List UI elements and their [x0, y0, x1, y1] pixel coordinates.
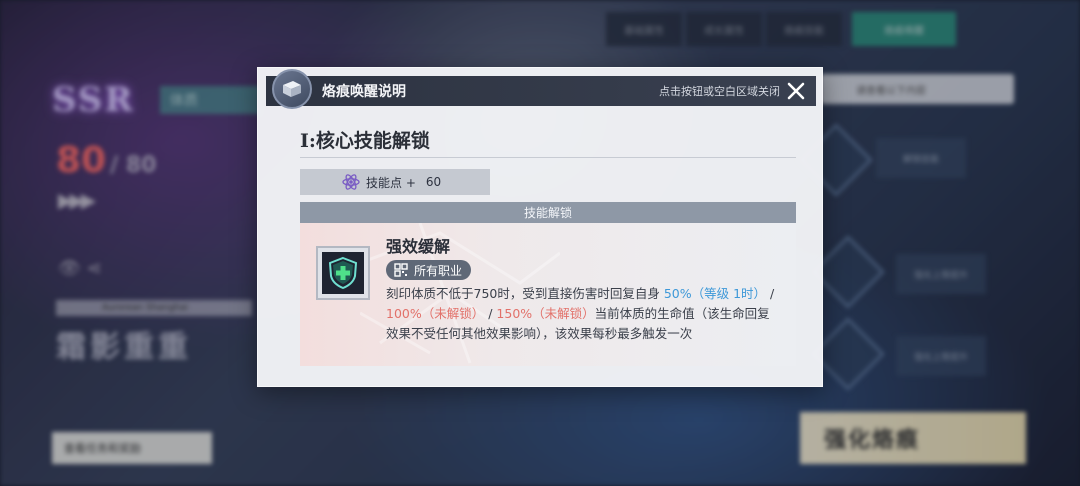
skill-name: 强效缓解	[386, 237, 451, 256]
desc-level2-value: 100%（未解锁）	[386, 306, 485, 321]
class-grid-icon	[394, 263, 408, 277]
shield-plus-icon	[322, 252, 364, 294]
skill-points-label: 技能点 +	[366, 175, 416, 190]
skill-points-row: 技能点 + 60	[300, 169, 490, 195]
desc-text: 刻印体质不低于750时，受到直接伤害时回复自身	[386, 286, 664, 301]
class-tag: 所有职业	[386, 260, 472, 280]
section-divider	[300, 157, 796, 158]
close-hint: 点击按钮或空白区域关闭	[659, 85, 780, 98]
skill-card: 强效缓解 所有职业 刻印体质不低于750时，受到直接伤害时回复自身 50%（等级…	[300, 223, 796, 366]
book-icon	[272, 69, 312, 109]
desc-separator: /	[484, 306, 497, 321]
skill-description: 刻印体质不低于750时，受到直接伤害时回复自身 50%（等级 1时） / 100…	[386, 284, 778, 344]
section-title: I:核心技能解锁	[300, 130, 430, 152]
desc-level3-value: 150%（未解锁）	[496, 306, 595, 321]
skill-icon-frame	[316, 246, 370, 300]
class-tag-label: 所有职业	[414, 263, 463, 278]
desc-separator: /	[766, 286, 775, 301]
close-icon[interactable]	[786, 81, 806, 101]
skill-points-value: 60	[425, 175, 442, 189]
desc-level1-value: 50%（等级 1时）	[663, 286, 767, 301]
atom-icon	[342, 174, 360, 190]
awaken-info-modal: 烙痕唤醒说明 点击按钮或空白区域关闭 I:核心技能解锁 技能点 + 60 技能解…	[257, 67, 823, 387]
modal-title: 烙痕唤醒说明	[322, 84, 406, 100]
modal-header: 烙痕唤醒说明 点击按钮或空白区域关闭	[266, 69, 816, 109]
unlock-header: 技能解锁	[300, 202, 796, 223]
